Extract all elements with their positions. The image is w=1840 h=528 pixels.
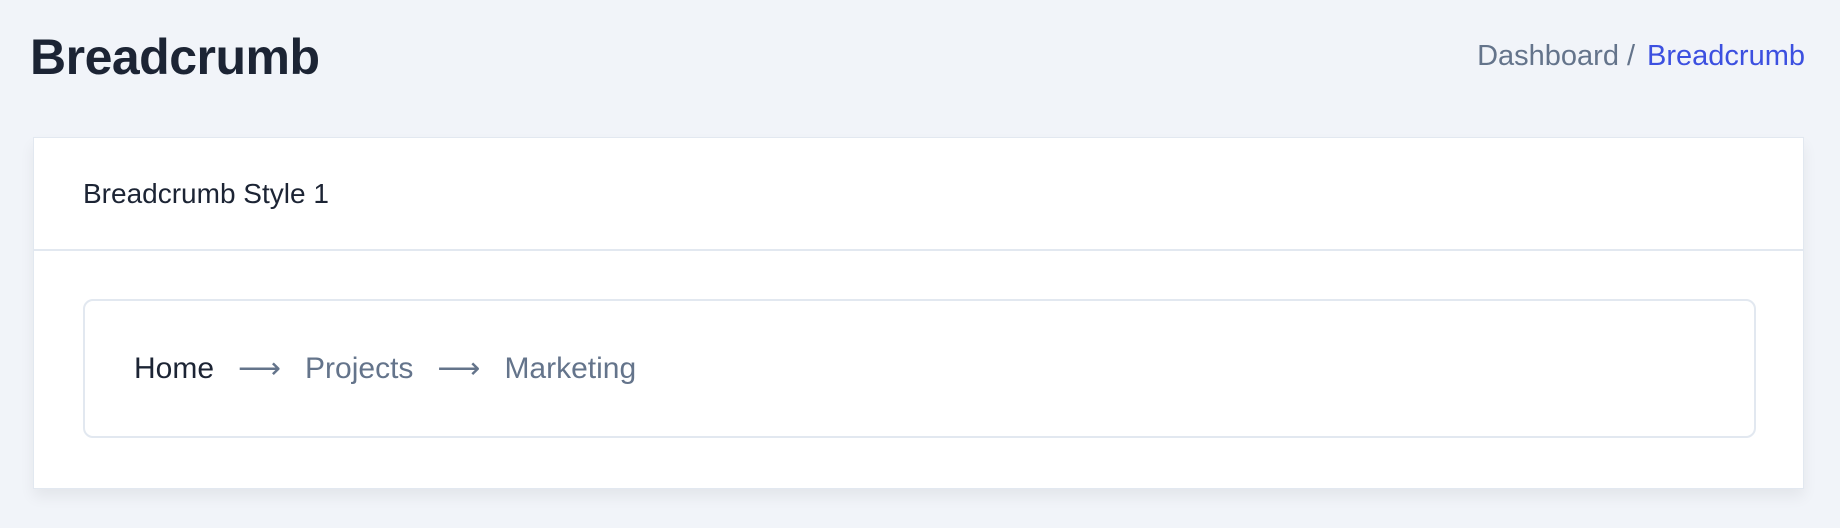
card-header: Breadcrumb Style 1: [34, 138, 1803, 251]
breadcrumb-separator: /: [1626, 40, 1636, 72]
page-breadcrumb: Dashboard / Breadcrumb: [1477, 40, 1805, 73]
breadcrumb-item-home[interactable]: Home: [134, 352, 214, 386]
breadcrumb-item-projects[interactable]: Projects: [305, 352, 413, 386]
card-title: Breadcrumb Style 1: [83, 177, 329, 209]
arrow-right-icon: ⟶: [437, 352, 481, 385]
breadcrumb-example: Home ⟶ Projects ⟶ Marketing: [83, 299, 1756, 438]
arrow-right-icon: ⟶: [238, 352, 282, 385]
breadcrumb-current: Breadcrumb: [1647, 40, 1805, 72]
breadcrumb-style-1-card: Breadcrumb Style 1 Home ⟶ Projects ⟶ Mar…: [33, 137, 1804, 489]
breadcrumb-item-marketing[interactable]: Marketing: [504, 352, 636, 386]
page-title: Breadcrumb: [30, 29, 320, 85]
breadcrumb-link-dashboard[interactable]: Dashboard: [1477, 40, 1619, 72]
